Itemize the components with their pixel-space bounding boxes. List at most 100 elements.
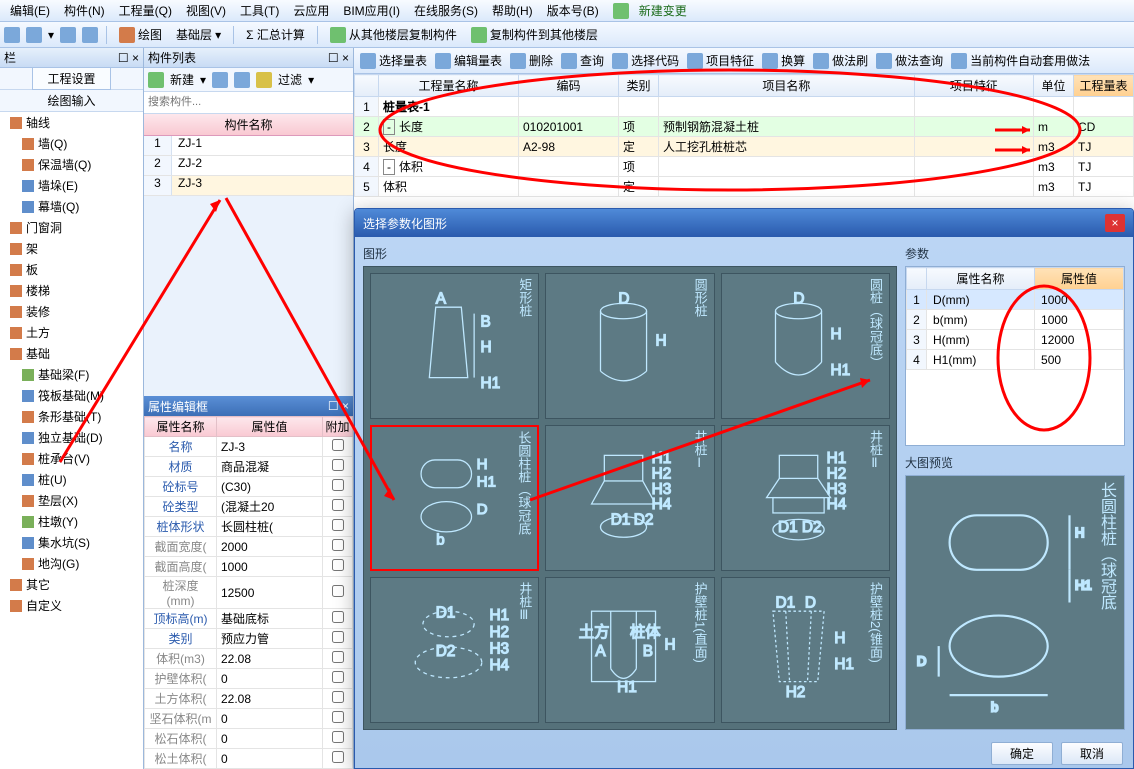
shape-option[interactable]: 护壁桩2(锥面)D1DHH1H2 bbox=[721, 577, 890, 723]
quantity-row[interactable]: 5体积定m3TJ bbox=[355, 177, 1134, 197]
menu-item[interactable]: 帮助(H) bbox=[486, 0, 539, 21]
tree-item[interactable]: 墙垛(E) bbox=[0, 175, 143, 196]
extra-checkbox[interactable] bbox=[332, 651, 344, 663]
extra-checkbox[interactable] bbox=[332, 499, 344, 511]
extra-checkbox[interactable] bbox=[332, 479, 344, 491]
property-row[interactable]: 截面宽度(2000 bbox=[145, 537, 353, 557]
extra-checkbox[interactable] bbox=[332, 671, 344, 683]
param-row[interactable]: 1D(mm)1000 bbox=[907, 290, 1124, 310]
del-icon[interactable] bbox=[212, 72, 228, 88]
new-change-button[interactable]: 新建变更 bbox=[607, 0, 699, 23]
quantity-row[interactable]: 4-体积项m3TJ bbox=[355, 157, 1134, 177]
property-row[interactable]: 名称ZJ-3 bbox=[145, 437, 353, 457]
property-row[interactable]: 松石体积(0 bbox=[145, 729, 353, 749]
tree-item[interactable]: 保温墙(Q) bbox=[0, 154, 143, 175]
component-row[interactable]: 3ZJ-3 bbox=[144, 176, 353, 196]
menu-item[interactable]: 编辑(E) bbox=[4, 0, 56, 21]
tree-item[interactable]: 独立基础(D) bbox=[0, 427, 143, 448]
tree-item[interactable]: 幕墙(Q) bbox=[0, 196, 143, 217]
search-input[interactable] bbox=[148, 92, 349, 112]
extra-checkbox[interactable] bbox=[332, 559, 344, 571]
param-row[interactable]: 2b(mm)1000 bbox=[907, 310, 1124, 330]
property-row[interactable]: 顶标高(m)基础底标 bbox=[145, 609, 353, 629]
tree-item[interactable]: 土方 bbox=[0, 322, 143, 343]
back-icon[interactable] bbox=[4, 27, 20, 43]
extra-checkbox[interactable] bbox=[332, 631, 344, 643]
property-row[interactable]: 坚石体积(m0 bbox=[145, 709, 353, 729]
shape-option[interactable]: 井桩ⅡH1H2H3H4D1 D2 bbox=[721, 425, 890, 571]
tree-item[interactable]: 筏板基础(M) bbox=[0, 385, 143, 406]
shape-option[interactable]: 圆形桩DH bbox=[545, 273, 714, 419]
extra-checkbox[interactable] bbox=[332, 711, 344, 723]
extra-checkbox[interactable] bbox=[332, 585, 344, 597]
new-button[interactable]: 新建 bbox=[170, 71, 194, 88]
quantity-row[interactable]: 3长度A2-98定人工挖孔桩桩芯m3TJ bbox=[355, 137, 1134, 157]
tree-item[interactable]: 轴线 bbox=[0, 112, 143, 133]
tree-item[interactable]: 桩承台(V) bbox=[0, 448, 143, 469]
menu-item[interactable]: 云应用 bbox=[287, 0, 335, 21]
close-icon[interactable]: × bbox=[1105, 214, 1125, 232]
tree-item[interactable]: 基础 bbox=[0, 343, 143, 364]
tree-item[interactable]: 装修 bbox=[0, 301, 143, 322]
shape-option[interactable]: 井桩ⅠH1H2H3H4D1D2 bbox=[545, 425, 714, 571]
menu-item[interactable]: 工具(T) bbox=[234, 0, 285, 21]
extra-checkbox[interactable] bbox=[332, 519, 344, 531]
property-row[interactable]: 护壁体积(0 bbox=[145, 669, 353, 689]
shape-option[interactable]: 长圆柱桩︵球冠底HH1Db bbox=[370, 425, 539, 571]
menu-item[interactable]: 构件(N) bbox=[58, 0, 111, 21]
copy-icon[interactable] bbox=[234, 72, 250, 88]
cancel-button[interactable]: 取消 bbox=[1061, 742, 1123, 765]
property-row[interactable]: 材质商品混凝 bbox=[145, 457, 353, 477]
undo-icon[interactable] bbox=[60, 27, 76, 43]
project-settings-button[interactable]: 工程设置 bbox=[32, 67, 110, 90]
draw-input-button[interactable]: 绘图输入 bbox=[47, 92, 95, 109]
toolbar-button[interactable]: 项目特征 bbox=[687, 52, 754, 69]
tree-item[interactable]: 架 bbox=[0, 238, 143, 259]
menu-item[interactable]: 工程量(Q) bbox=[113, 0, 178, 21]
extra-checkbox[interactable] bbox=[332, 439, 344, 451]
property-row[interactable]: 砼类型(混凝土20 bbox=[145, 497, 353, 517]
property-row[interactable]: 体积(m3)22.08 bbox=[145, 649, 353, 669]
extra-checkbox[interactable] bbox=[332, 459, 344, 471]
extra-checkbox[interactable] bbox=[332, 539, 344, 551]
component-row[interactable]: 1ZJ-1 bbox=[144, 136, 353, 156]
toolbar-button[interactable]: 做法查询 bbox=[876, 52, 943, 69]
property-row[interactable]: 土方体积(22.08 bbox=[145, 689, 353, 709]
component-row[interactable]: 2ZJ-2 bbox=[144, 156, 353, 176]
toolbar-button[interactable]: 删除 bbox=[510, 52, 553, 69]
tree-item[interactable]: 门窗洞 bbox=[0, 217, 143, 238]
toolbar-button[interactable]: 选择代码 bbox=[612, 52, 679, 69]
tree-item[interactable]: 墙(Q) bbox=[0, 133, 143, 154]
toolbar-button[interactable]: 查询 bbox=[561, 52, 604, 69]
redo-icon[interactable] bbox=[82, 27, 98, 43]
tree-item[interactable]: 地沟(G) bbox=[0, 553, 143, 574]
quantity-row[interactable]: 1桩量表-1 bbox=[355, 97, 1134, 117]
property-row[interactable]: 类别预应力管 bbox=[145, 629, 353, 649]
property-row[interactable]: 桩深度(mm)12500 bbox=[145, 577, 353, 609]
toolbar-button[interactable]: 换算 bbox=[762, 52, 805, 69]
copy-from-floor[interactable]: 从其他楼层复制构件 bbox=[326, 25, 461, 44]
menu-item[interactable]: 在线服务(S) bbox=[408, 0, 484, 21]
tree-item[interactable]: 板 bbox=[0, 259, 143, 280]
tree-item[interactable]: 楼梯 bbox=[0, 280, 143, 301]
property-row[interactable]: 桩体形状长圆柱桩( bbox=[145, 517, 353, 537]
toolbar-button[interactable]: 做法刷 bbox=[813, 52, 868, 69]
tree-item[interactable]: 条形基础(T) bbox=[0, 406, 143, 427]
ok-button[interactable]: 确定 bbox=[991, 742, 1053, 765]
tree-item[interactable]: 集水坑(S) bbox=[0, 532, 143, 553]
shape-option[interactable]: 圆桩︵球冠底︶DHH1 bbox=[721, 273, 890, 419]
shape-option[interactable]: 矩形桩ABHH1 bbox=[370, 273, 539, 419]
menu-item[interactable]: 版本号(B) bbox=[541, 0, 605, 21]
extra-checkbox[interactable] bbox=[332, 751, 344, 763]
extra-checkbox[interactable] bbox=[332, 731, 344, 743]
tree-item[interactable]: 柱墩(Y) bbox=[0, 511, 143, 532]
property-row[interactable]: 砼标号(C30) bbox=[145, 477, 353, 497]
property-row[interactable]: 松土体积(0 bbox=[145, 749, 353, 769]
save-icon[interactable] bbox=[26, 27, 42, 43]
param-row[interactable]: 3H(mm)12000 bbox=[907, 330, 1124, 350]
tree-item[interactable]: 自定义 bbox=[0, 595, 143, 616]
extra-checkbox[interactable] bbox=[332, 611, 344, 623]
menu-item[interactable]: 视图(V) bbox=[180, 0, 232, 21]
tree-item[interactable]: 垫层(X) bbox=[0, 490, 143, 511]
tree-item[interactable]: 基础梁(F) bbox=[0, 364, 143, 385]
